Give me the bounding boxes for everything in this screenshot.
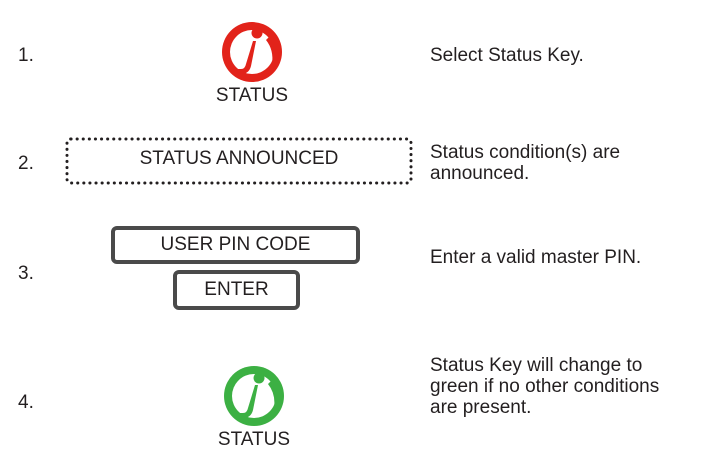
step-4-number: 4.	[18, 392, 34, 413]
step-3-number: 3.	[18, 263, 34, 284]
red-status-key-icon[interactable]	[220, 0, 284, 84]
user-pin-code-field[interactable]: USER PIN CODE	[111, 226, 360, 264]
status-announced-text: STATUS ANNOUNCED	[139, 148, 339, 169]
step-1-status-label: STATUS	[215, 85, 289, 106]
step-1-number: 1.	[18, 45, 34, 66]
enter-button-label: ENTER	[204, 279, 269, 300]
step-2-number: 2.	[18, 153, 34, 174]
green-status-key-icon[interactable]	[222, 364, 286, 428]
step-3-description: Enter a valid master PIN.	[430, 247, 642, 268]
step-1-description: Select Status Key.	[430, 45, 584, 66]
step-2-description: Status condition(s) are announced.	[430, 142, 621, 184]
enter-button[interactable]: ENTER	[173, 270, 300, 310]
user-pin-code-text: USER PIN CODE	[160, 234, 311, 255]
step-4-status-label: STATUS	[217, 429, 291, 450]
step-4-description: Status Key will change to green if no ot…	[430, 355, 660, 418]
